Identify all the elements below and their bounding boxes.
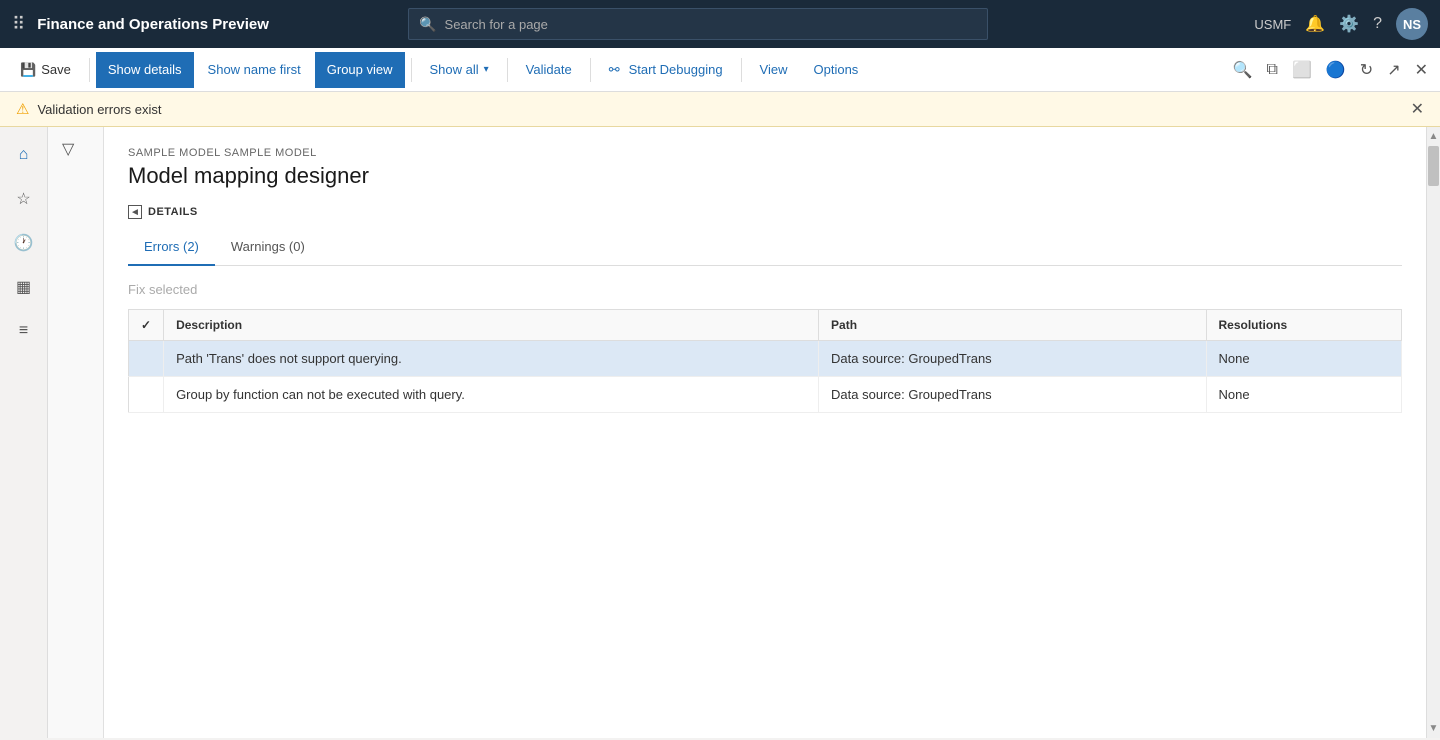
filter-sidebar: ▽ bbox=[48, 127, 104, 738]
details-toggle[interactable]: ◄ DETAILS bbox=[128, 205, 1402, 219]
show-name-first-button[interactable]: Show name first bbox=[196, 52, 313, 88]
debug-icon: ⚯ bbox=[609, 62, 620, 78]
show-details-label: Show details bbox=[108, 62, 182, 77]
validation-close-button[interactable]: ✕ bbox=[1411, 99, 1424, 119]
left-sidebar: ⌂ ☆ 🕐 ▦ ≡ bbox=[0, 127, 48, 738]
tab-warnings[interactable]: Warnings (0) bbox=[215, 231, 321, 266]
validation-bar: ⚠ Validation errors exist ✕ bbox=[0, 92, 1440, 127]
details-label: DETAILS bbox=[148, 206, 198, 218]
options-button[interactable]: Options bbox=[802, 52, 871, 88]
user-label: USMF bbox=[1254, 17, 1291, 32]
sidebar-clock-icon[interactable]: 🕐 bbox=[6, 225, 42, 261]
breadcrumb: SAMPLE MODEL SAMPLE MODEL bbox=[128, 147, 1402, 159]
table-row[interactable]: Group by function can not be executed wi… bbox=[129, 377, 1402, 413]
command-bar: 💾 Save Show details Show name first Grou… bbox=[0, 48, 1440, 92]
table-header-path: Path bbox=[819, 310, 1206, 341]
avatar[interactable]: NS bbox=[1396, 8, 1428, 40]
row-resolutions: None bbox=[1206, 377, 1402, 413]
close-icon[interactable]: ✕ bbox=[1411, 56, 1432, 84]
group-view-button[interactable]: Group view bbox=[315, 52, 405, 88]
cmd-separator-2 bbox=[411, 58, 412, 82]
notification-badge-icon[interactable]: 🔵 bbox=[1322, 56, 1350, 84]
show-name-first-label: Show name first bbox=[208, 62, 301, 77]
validate-button[interactable]: Validate bbox=[514, 52, 584, 88]
search-cmd-icon[interactable]: 🔍 bbox=[1229, 56, 1257, 84]
scroll-thumb[interactable] bbox=[1428, 146, 1439, 186]
toggle-arrow: ◄ bbox=[130, 207, 140, 218]
row-path: Data source: GroupedTrans bbox=[819, 341, 1206, 377]
start-debugging-label: Start Debugging bbox=[629, 62, 723, 77]
table-row[interactable]: Path 'Trans' does not support querying.D… bbox=[129, 341, 1402, 377]
cmd-separator-3 bbox=[507, 58, 508, 82]
vertical-scrollbar[interactable]: ▲ ▼ bbox=[1426, 127, 1440, 738]
top-nav-right: USMF 🔔 ⚙️ ? NS bbox=[1254, 8, 1428, 40]
grid-cmd-icon[interactable]: ⧉ bbox=[1263, 57, 1282, 83]
row-check bbox=[129, 377, 164, 413]
show-all-dropdown-icon: ▾ bbox=[484, 64, 489, 75]
fix-selected-button[interactable]: Fix selected bbox=[128, 282, 197, 297]
details-section: ◄ DETAILS Errors (2) Warnings (0) Fix se… bbox=[128, 205, 1402, 413]
page-title: Model mapping designer bbox=[128, 163, 1402, 189]
search-box: 🔍 bbox=[408, 8, 988, 40]
options-label: Options bbox=[814, 62, 859, 77]
show-all-label: Show all bbox=[430, 62, 479, 77]
row-resolutions: None bbox=[1206, 341, 1402, 377]
table-header: ✓ Description Path Resolutions bbox=[129, 310, 1402, 341]
scroll-track[interactable] bbox=[1427, 146, 1440, 719]
row-check bbox=[129, 341, 164, 377]
settings-icon[interactable]: ⚙️ bbox=[1339, 14, 1359, 34]
notification-icon[interactable]: 🔔 bbox=[1305, 14, 1325, 34]
table-body: Path 'Trans' does not support querying.D… bbox=[129, 341, 1402, 413]
table-header-check: ✓ bbox=[129, 310, 164, 341]
row-description: Path 'Trans' does not support querying. bbox=[164, 341, 819, 377]
grid-icon[interactable]: ⠿ bbox=[12, 14, 25, 35]
row-path: Data source: GroupedTrans bbox=[819, 377, 1206, 413]
filter-icon[interactable]: ▽ bbox=[62, 139, 74, 159]
save-icon: 💾 bbox=[20, 62, 36, 78]
toggle-icon: ◄ bbox=[128, 205, 142, 219]
view-button[interactable]: View bbox=[748, 52, 800, 88]
scroll-up-arrow[interactable]: ▲ bbox=[1425, 127, 1440, 146]
start-debugging-button[interactable]: ⚯ Start Debugging bbox=[597, 52, 735, 88]
row-description: Group by function can not be executed wi… bbox=[164, 377, 819, 413]
open-external-icon[interactable]: ↗ bbox=[1383, 56, 1404, 84]
scroll-down-arrow[interactable]: ▼ bbox=[1425, 719, 1440, 738]
tab-warnings-label: Warnings (0) bbox=[231, 239, 305, 254]
show-all-button[interactable]: Show all ▾ bbox=[418, 52, 501, 88]
app-title: Finance and Operations Preview bbox=[37, 16, 269, 33]
refresh-icon[interactable]: ↻ bbox=[1356, 56, 1377, 84]
validation-message: Validation errors exist bbox=[37, 102, 161, 117]
table-header-description: Description bbox=[164, 310, 819, 341]
fix-selected-label: Fix selected bbox=[128, 282, 197, 297]
tab-errors-label: Errors (2) bbox=[144, 239, 199, 254]
view-label: View bbox=[760, 62, 788, 77]
save-button[interactable]: 💾 Save bbox=[8, 52, 83, 88]
top-nav-bar: ⠿ Finance and Operations Preview 🔍 USMF … bbox=[0, 0, 1440, 48]
table-header-resolutions: Resolutions bbox=[1206, 310, 1402, 341]
cmd-separator-1 bbox=[89, 58, 90, 82]
cmd-separator-4 bbox=[590, 58, 591, 82]
help-icon[interactable]: ? bbox=[1373, 15, 1382, 33]
cmd-right: 🔍 ⧉ ⬜ 🔵 ↻ ↗ ✕ bbox=[1229, 56, 1432, 84]
sidebar-star-icon[interactable]: ☆ bbox=[6, 181, 42, 217]
save-label: Save bbox=[41, 62, 71, 77]
tabs: Errors (2) Warnings (0) bbox=[128, 231, 1402, 266]
tab-errors[interactable]: Errors (2) bbox=[128, 231, 215, 266]
errors-table: ✓ Description Path Resolutions Path 'Tra… bbox=[128, 309, 1402, 413]
search-icon: 🔍 bbox=[419, 16, 436, 33]
show-details-button[interactable]: Show details bbox=[96, 52, 194, 88]
fullscreen-icon[interactable]: ⬜ bbox=[1288, 56, 1316, 84]
warning-icon: ⚠ bbox=[16, 100, 29, 118]
group-view-label: Group view bbox=[327, 62, 393, 77]
content-area: SAMPLE MODEL SAMPLE MODEL Model mapping … bbox=[104, 127, 1426, 738]
cmd-separator-5 bbox=[741, 58, 742, 82]
sidebar-list-icon[interactable]: ≡ bbox=[6, 313, 42, 349]
sidebar-grid-icon[interactable]: ▦ bbox=[6, 269, 42, 305]
sidebar-home-icon[interactable]: ⌂ bbox=[6, 137, 42, 173]
search-input[interactable] bbox=[445, 17, 978, 32]
main-layout: ⌂ ☆ 🕐 ▦ ≡ ▽ SAMPLE MODEL SAMPLE MODEL Mo… bbox=[0, 127, 1440, 738]
validate-label: Validate bbox=[526, 62, 572, 77]
